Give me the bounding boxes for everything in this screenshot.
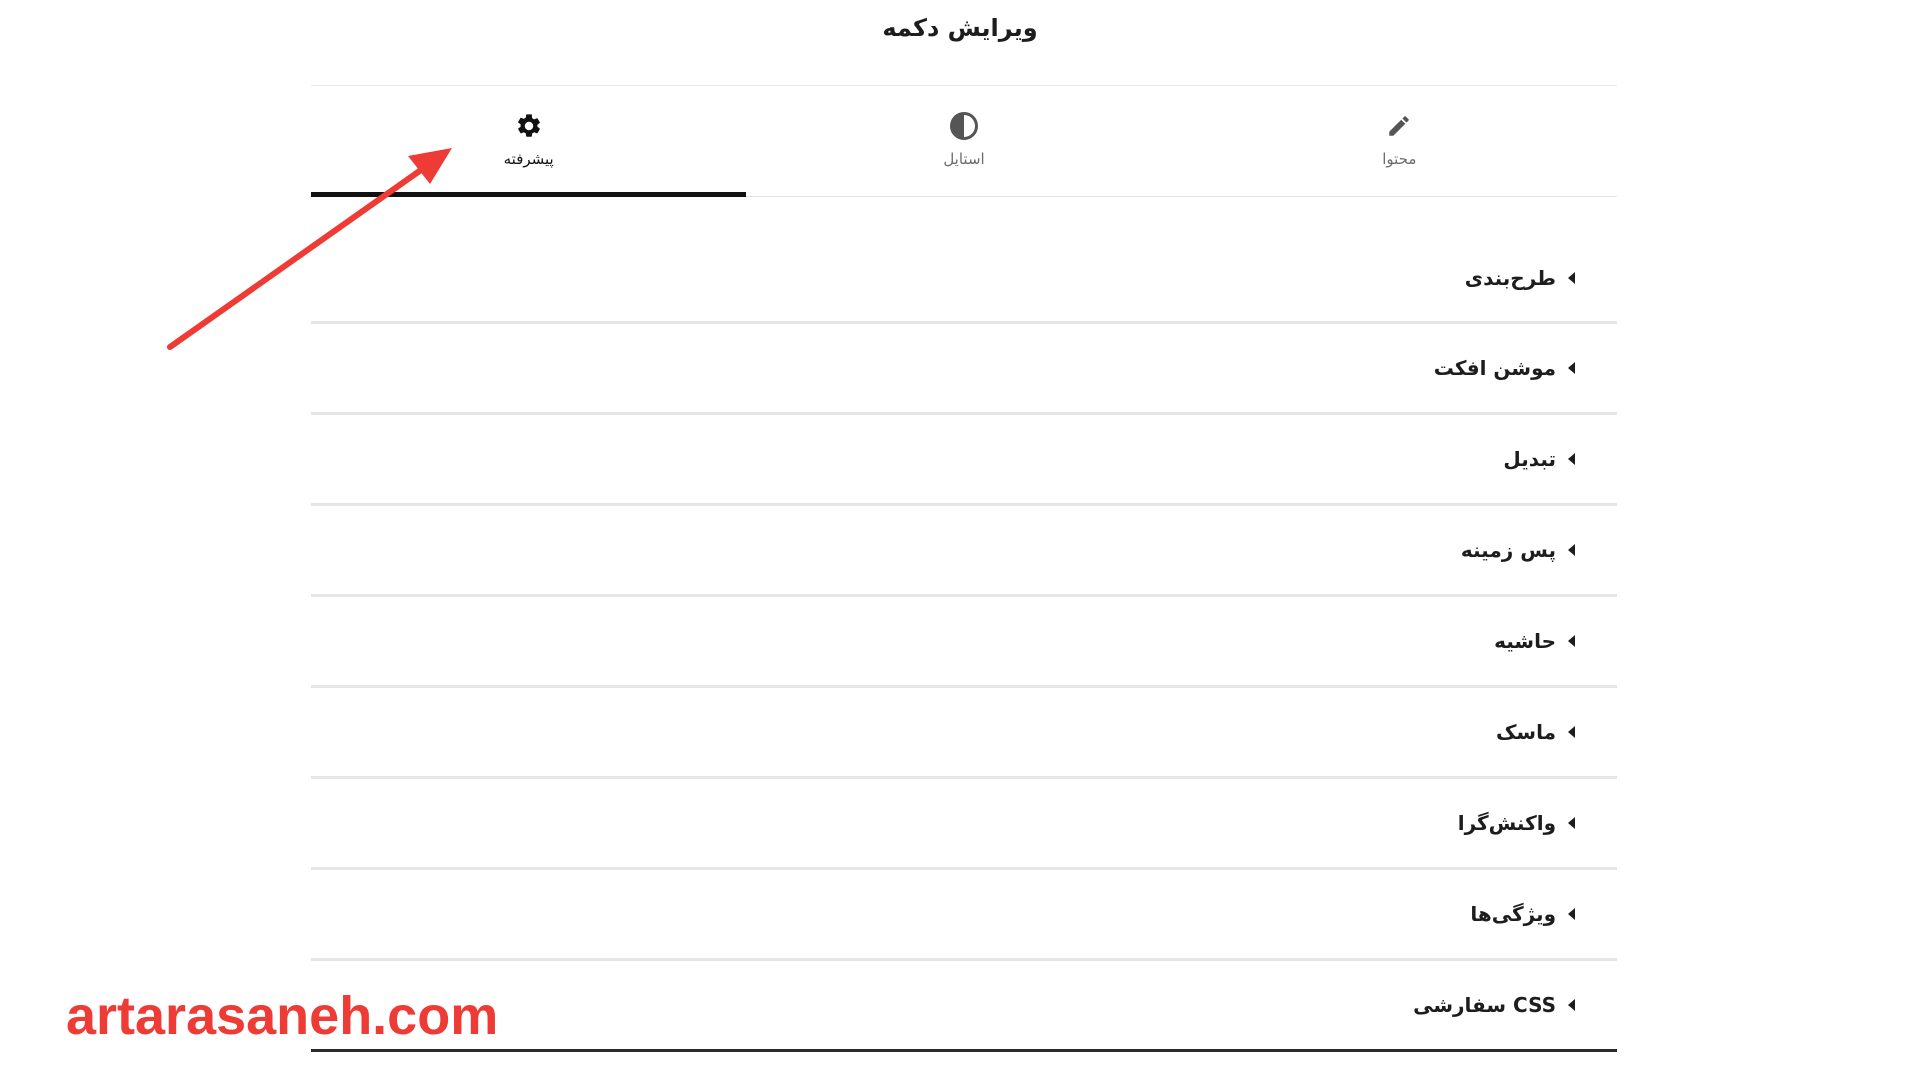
section-label: تبدیل xyxy=(1503,447,1556,471)
section-custom-css[interactable]: CSS سفارشی xyxy=(311,961,1617,1052)
tab-content-label: محتوا xyxy=(1382,150,1417,168)
section-label: ماسک xyxy=(1495,720,1556,744)
section-label: CSS سفارشی xyxy=(1413,993,1556,1017)
pencil-icon xyxy=(1383,110,1415,142)
gear-icon xyxy=(513,110,545,142)
caret-left-icon xyxy=(1568,635,1575,647)
section-label: واکنش‌گرا xyxy=(1457,811,1556,835)
caret-left-icon xyxy=(1568,817,1575,829)
section-transform[interactable]: تبدیل xyxy=(311,415,1617,506)
tab-content[interactable]: محتوا xyxy=(1182,86,1617,196)
section-border[interactable]: حاشیه xyxy=(311,597,1617,688)
tab-advanced[interactable]: پیشرفته xyxy=(311,86,747,197)
section-attributes[interactable]: ویژگی‌ها xyxy=(311,870,1617,961)
section-label: موشن افکت xyxy=(1433,356,1556,380)
tab-style-label: استایل xyxy=(943,150,985,168)
caret-left-icon xyxy=(1568,453,1575,465)
contrast-icon xyxy=(948,110,980,142)
section-background[interactable]: پس زمینه xyxy=(311,506,1617,597)
section-mask[interactable]: ماسک xyxy=(311,688,1617,779)
tab-advanced-label: پیشرفته xyxy=(503,150,554,168)
settings-panel: محتوا استایل پیشرفته xyxy=(311,85,1617,1072)
tab-bar: محتوا استایل پیشرفته xyxy=(311,86,1617,197)
section-motion-effects[interactable]: موشن افکت xyxy=(311,324,1617,415)
section-label: حاشیه xyxy=(1494,629,1556,653)
section-label: ویژگی‌ها xyxy=(1470,902,1556,926)
caret-left-icon xyxy=(1568,544,1575,556)
section-layout[interactable]: طرح‌بندی xyxy=(311,197,1617,324)
section-responsive[interactable]: واکنش‌گرا xyxy=(311,779,1617,870)
caret-left-icon xyxy=(1568,362,1575,374)
advanced-sections: طرح‌بندی موشن افکت تبدیل پس زمینه حاشیه … xyxy=(311,197,1617,1052)
section-label: پس زمینه xyxy=(1460,538,1556,562)
caret-left-icon xyxy=(1568,726,1575,738)
caret-left-icon xyxy=(1568,999,1575,1011)
watermark-text: artarasaneh.com xyxy=(66,986,499,1046)
caret-left-icon xyxy=(1568,908,1575,920)
caret-left-icon xyxy=(1568,272,1575,284)
page-title: ویرایش دکمه xyxy=(882,14,1038,42)
section-label: طرح‌بندی xyxy=(1464,266,1556,290)
tab-style[interactable]: استایل xyxy=(746,86,1181,196)
editor-page: ویرایش دکمه محتوا استایل xyxy=(0,0,1920,1080)
